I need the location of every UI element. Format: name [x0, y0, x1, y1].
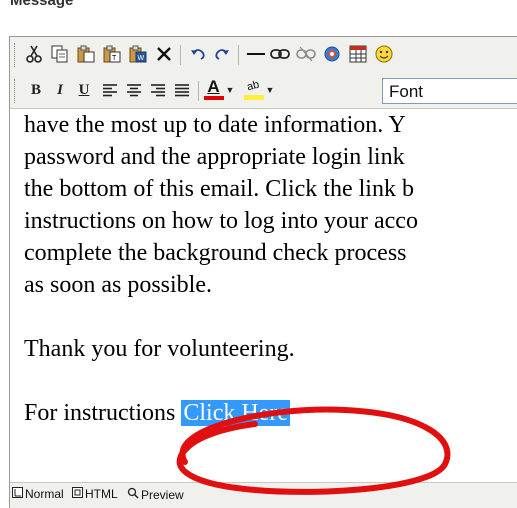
justify-icon[interactable]	[170, 78, 194, 102]
editor-mode-bar: Normal HTML Preview	[10, 482, 517, 508]
highlight-color-swatch	[243, 95, 264, 100]
link-icon[interactable]	[268, 42, 292, 66]
copy-icon[interactable]	[48, 42, 72, 66]
normal-mode-icon	[12, 487, 23, 501]
align-left-icon[interactable]	[98, 78, 122, 102]
paste-text-icon[interactable]: T	[100, 42, 124, 66]
body-text-line: the bottom of this email. Click the link…	[24, 176, 414, 202]
tab-html[interactable]: HTML	[72, 487, 118, 501]
paste-icon[interactable]	[74, 42, 98, 66]
cut-icon[interactable]	[22, 42, 46, 66]
toolbar-grip	[14, 43, 18, 67]
table-icon[interactable]	[346, 42, 370, 66]
instructions-line: For instructions Click Here	[10, 397, 517, 429]
editor-toolbar-row-2: B I U A ▼ ab ▼ Font	[10, 74, 517, 109]
body-text-line: complete the background check process	[24, 240, 407, 266]
chevron-down-icon[interactable]: ▼	[266, 85, 275, 95]
font-color-icon[interactable]: A ▼	[203, 77, 235, 102]
click-here-link[interactable]: Click Here	[181, 400, 290, 426]
svg-text:T: T	[112, 55, 117, 62]
paste-word-icon[interactable]: W	[126, 42, 150, 66]
smiley-icon[interactable]	[372, 42, 396, 66]
italic-icon[interactable]: I	[48, 78, 72, 102]
horizontal-rule-icon[interactable]	[244, 42, 268, 66]
undo-icon[interactable]	[186, 42, 210, 66]
highlight-letters: ab	[246, 78, 262, 94]
rich-text-editor: T W B I U A ▼ ab ▼ Font have the most up…	[9, 36, 517, 508]
delete-icon[interactable]	[152, 42, 176, 66]
anchor-icon[interactable]	[320, 42, 344, 66]
toolbar-separator	[198, 81, 199, 101]
chevron-down-icon[interactable]: ▼	[226, 85, 235, 95]
align-right-icon[interactable]	[146, 78, 170, 102]
bold-icon[interactable]: B	[24, 78, 48, 102]
editor-content-area[interactable]: have the most up to date information. Y …	[10, 109, 517, 481]
html-mode-icon	[72, 487, 83, 501]
body-text-line: have the most up to date information. Y	[24, 112, 406, 138]
editor-toolbar-row-1: T W	[10, 37, 517, 75]
underline-icon[interactable]: U	[72, 78, 96, 102]
body-text-line: instructions on how to log into your acc…	[24, 208, 418, 234]
body-text-line: as soon as possible.	[24, 272, 212, 298]
svg-text:W: W	[138, 55, 145, 62]
body-text-line: password and the appropriate login link	[24, 144, 405, 170]
align-center-icon[interactable]	[122, 78, 146, 102]
thanks-line: Thank you for volunteering.	[24, 336, 295, 362]
instructions-prefix: For instructions	[24, 400, 182, 426]
message-field-label: Message	[10, 0, 74, 9]
font-color-letter: A	[207, 77, 220, 96]
font-color-swatch	[203, 96, 224, 100]
unlink-icon[interactable]	[294, 42, 318, 66]
redo-icon[interactable]	[210, 42, 234, 66]
tab-normal[interactable]: Normal	[12, 487, 64, 501]
toolbar-separator	[238, 45, 239, 65]
toolbar-grip	[14, 79, 18, 103]
font-select[interactable]: Font	[382, 78, 517, 104]
highlight-color-icon[interactable]: ab ▼	[242, 78, 276, 102]
toolbar-separator	[180, 45, 181, 65]
